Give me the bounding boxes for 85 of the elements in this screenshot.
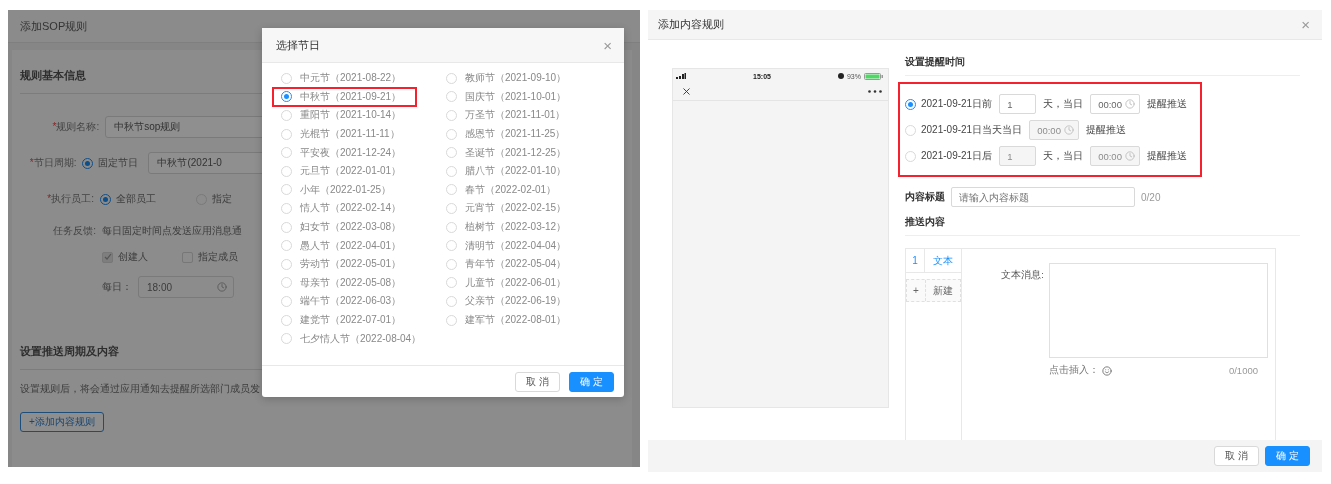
holiday-option[interactable]: 清明节（2022-04-04） — [437, 235, 583, 256]
checkbox-option[interactable]: 指定成员 — [182, 250, 238, 264]
radio-option[interactable]: 固定节日 — [82, 156, 139, 170]
holiday-option[interactable]: 教师节（2021-09-10） — [437, 68, 583, 89]
suffix-text: 提醒推送 — [1086, 123, 1127, 137]
holiday-option[interactable]: 母亲节（2022-05-08） — [272, 272, 418, 293]
field-label: *执行员工: — [46, 192, 94, 206]
radio-option[interactable]: 全部员工 — [100, 192, 156, 206]
smiley-icon — [1102, 365, 1112, 376]
dialog-title: 选择节日 — [276, 37, 320, 53]
more-icon[interactable] — [868, 90, 882, 93]
time-label: 每日： — [102, 280, 132, 294]
days-text: 天，当日 — [1043, 97, 1084, 111]
confirm-button[interactable]: 确 定 — [1265, 446, 1310, 466]
holiday-option[interactable]: 劳动节（2022-05-01） — [272, 254, 418, 275]
holiday-option[interactable]: 青年节（2022-05-04） — [437, 254, 583, 275]
confirm-button[interactable]: 确 定 — [569, 371, 614, 392]
clock-icon — [1125, 151, 1136, 161]
new-tab-button[interactable]: + 新建 — [906, 279, 961, 302]
holiday-option[interactable]: 父亲节（2022-06-19） — [437, 291, 583, 312]
days-text: 天，当日 — [1043, 149, 1084, 163]
holiday-option[interactable]: 腊八节（2022-01-10） — [437, 161, 583, 182]
check-icon — [103, 253, 112, 261]
holiday-option[interactable]: 妇女节（2022-03-08） — [272, 217, 418, 238]
section-title: 推送内容 — [905, 215, 1300, 236]
close-button[interactable]: × — [1301, 16, 1310, 33]
holiday-option[interactable]: 春节（2022-02-01） — [437, 179, 573, 200]
holiday-option[interactable]: 重阳节（2021-10-14） — [272, 105, 418, 126]
time-field[interactable]: 00:00 — [1090, 94, 1141, 114]
clock-icon — [217, 282, 227, 292]
holiday-option[interactable]: 小年（2022-01-25） — [272, 179, 408, 200]
holiday-option[interactable]: 圣诞节（2021-12-25） — [437, 142, 583, 163]
add-rule-button[interactable]: +添加内容规则 — [20, 412, 104, 432]
alarm-icon — [837, 73, 844, 79]
char-counter: 0/20 — [1141, 191, 1161, 203]
field-label: 内容标题 — [905, 190, 945, 204]
holiday-option[interactable]: 感恩节（2021-11-25） — [437, 124, 582, 145]
holiday-option[interactable]: 儿童节（2022-06-01） — [437, 272, 583, 293]
days-field[interactable]: 1 — [999, 94, 1037, 114]
days-field[interactable]: 1 — [999, 146, 1037, 166]
holiday-option[interactable]: 中元节（2021-08-22） — [272, 68, 418, 89]
radio-option[interactable]: 2021-09-21日当天当日 — [905, 123, 1023, 137]
radio-option[interactable]: 2021-09-21日前 — [905, 97, 993, 111]
time-field[interactable]: 00:00 — [1029, 120, 1080, 140]
page-title: 添加SOP规则 — [20, 18, 88, 34]
holiday-option[interactable]: 中秋节（2021-09-21） — [272, 86, 418, 107]
holiday-option[interactable]: 七夕情人节（2022-08-04） — [272, 328, 438, 349]
holiday-option[interactable]: 光棍节（2021-11-11） — [272, 124, 416, 145]
cancel-button[interactable]: 取 消 — [1214, 446, 1260, 466]
close-button[interactable]: × — [603, 36, 612, 54]
checkbox-option[interactable]: 创建人 — [102, 250, 148, 264]
insert-emoji-button[interactable]: 点击插入： — [1049, 364, 1112, 377]
clock-icon — [1125, 99, 1136, 109]
radio-option[interactable]: 2021-09-21日后 — [905, 149, 993, 163]
feedback-text: 每日固定时间点发送应用消息通 — [102, 224, 243, 238]
holiday-option[interactable]: 建军节（2022-08-01） — [437, 310, 583, 330]
time-field[interactable]: 18:00 — [138, 276, 234, 298]
section-title: 设置提醒时间 — [905, 55, 1300, 76]
field-label: 文本消息: — [1000, 268, 1044, 282]
holiday-option[interactable]: 元旦节（2022-01-01） — [272, 161, 418, 182]
char-counter: 0/1000 — [1228, 365, 1258, 376]
holiday-option[interactable]: 植树节（2022-03-12） — [437, 217, 583, 238]
holiday-option[interactable]: 平安夜（2021-12-24） — [272, 142, 418, 163]
field-label: 任务反馈: — [52, 224, 96, 238]
battery-icon — [864, 72, 884, 80]
cancel-button[interactable]: 取 消 — [515, 371, 561, 392]
holiday-option[interactable]: 端午节（2022-06-03） — [272, 291, 418, 312]
clock-icon — [1064, 125, 1075, 135]
time-field[interactable]: 00:00 — [1090, 146, 1141, 166]
suffix-text: 提醒推送 — [1147, 149, 1188, 163]
holiday-option[interactable]: 情人节（2022-02-14） — [272, 198, 418, 219]
dialog-title: 添加内容规则 — [658, 17, 724, 32]
section-description: 设置规则后，将会通过应用通知去提醒所选部门成员发 — [20, 382, 261, 396]
field-label: *规则名称: — [51, 120, 100, 134]
radio-option[interactable]: 指定 — [196, 192, 232, 206]
holiday-option[interactable]: 建党节（2022-07-01） — [272, 310, 418, 330]
close-icon[interactable] — [681, 86, 692, 97]
signal-icon — [676, 73, 686, 79]
holiday-option[interactable]: 元宵节（2022-02-15） — [437, 198, 583, 219]
title-input[interactable]: 请输入内容标题 — [951, 187, 1135, 207]
holiday-option[interactable]: 愚人节（2022-04-01） — [272, 235, 418, 256]
holiday-option[interactable]: 国庆节（2021-10-01） — [437, 86, 583, 107]
holiday-option[interactable]: 万圣节（2021-11-01） — [437, 105, 582, 126]
content-tab[interactable]: 1 文本 — [906, 249, 961, 273]
suffix-text: 提醒推送 — [1147, 97, 1188, 111]
